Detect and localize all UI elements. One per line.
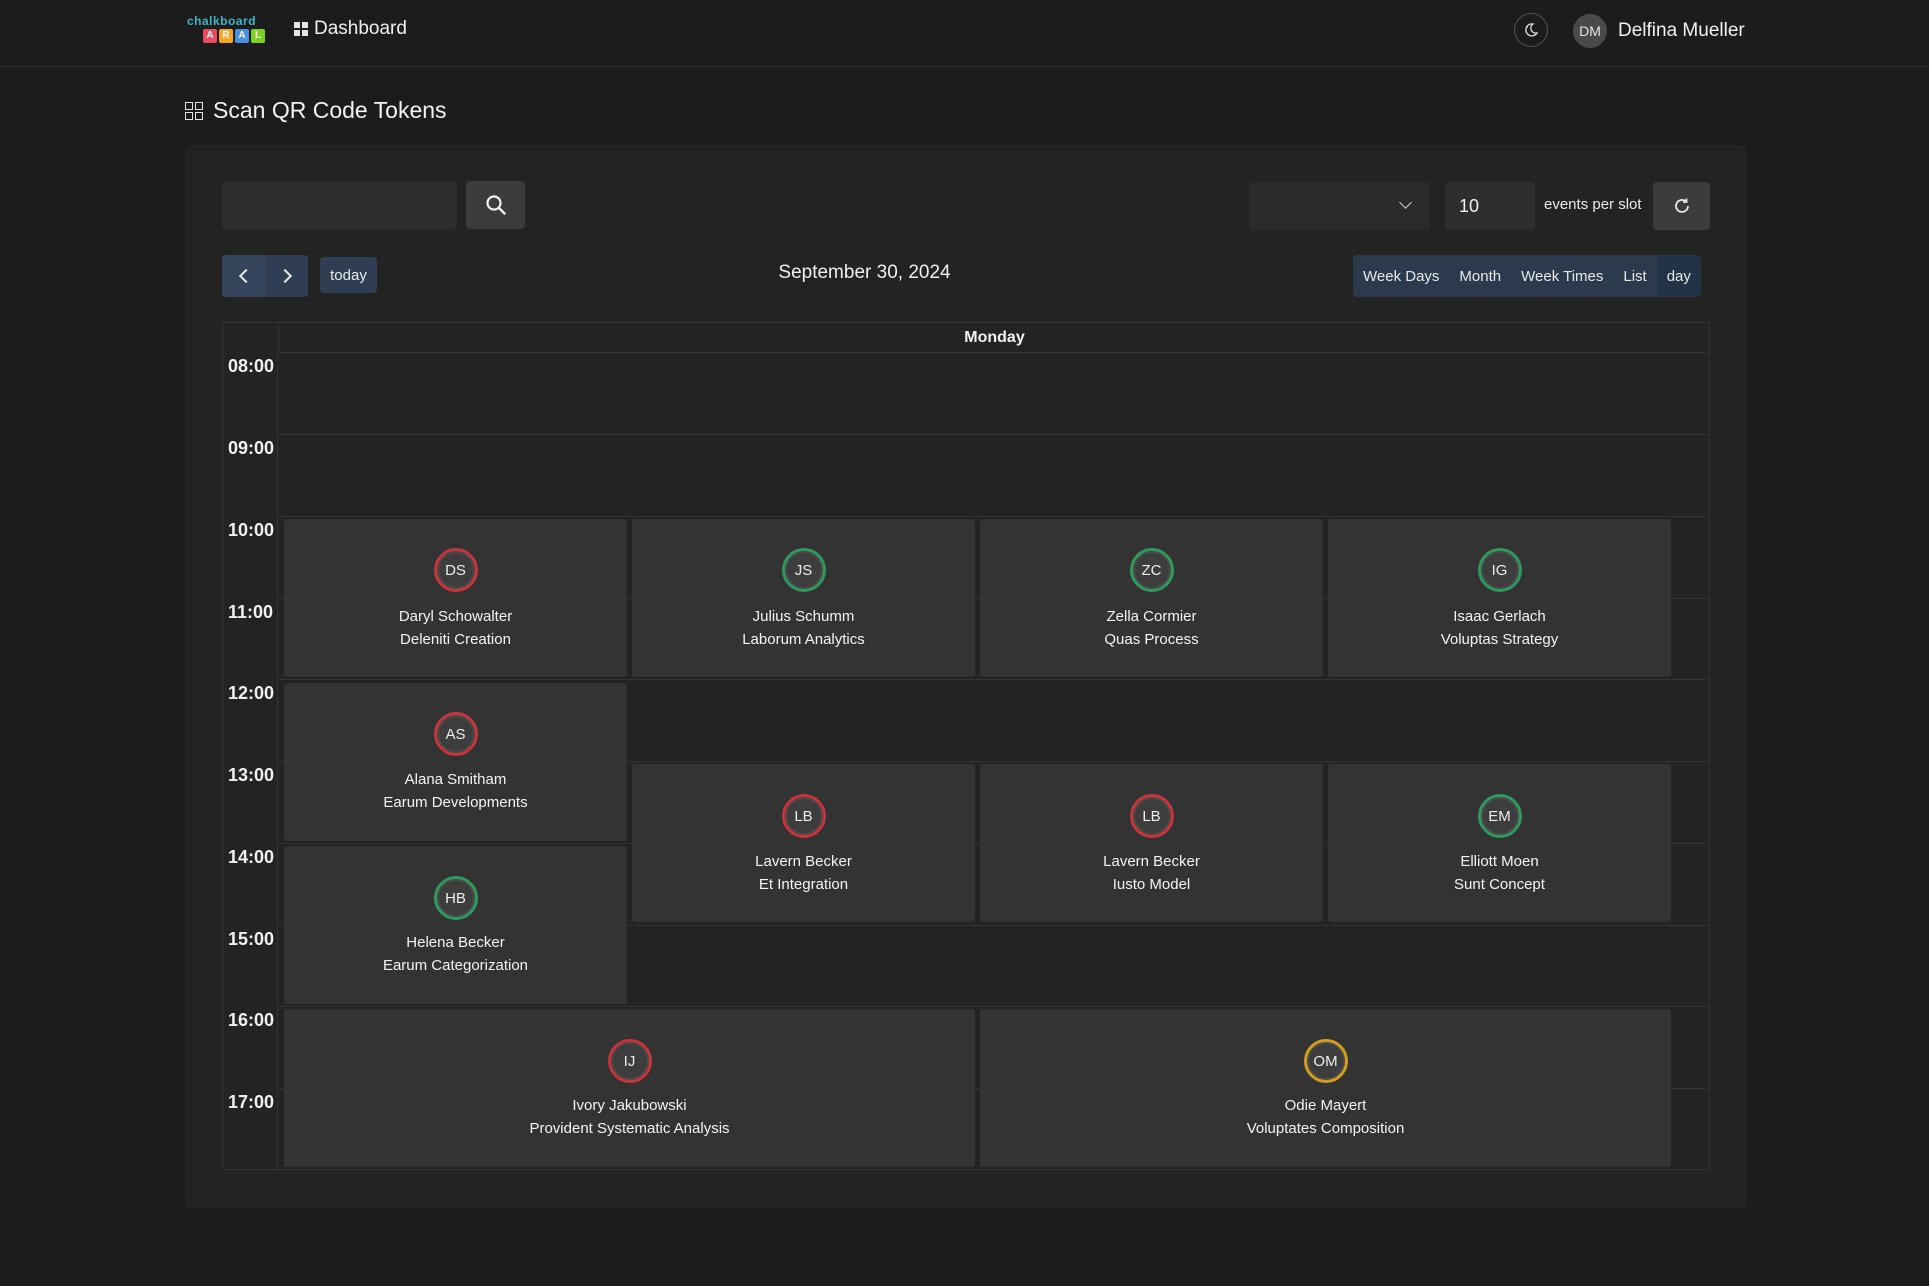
- calendar-event[interactable]: LB Lavern Becker Et Integration: [632, 764, 975, 922]
- event-avatar: LB: [781, 794, 826, 838]
- event-avatar: AS: [433, 712, 478, 756]
- time-label: 16:00: [228, 1010, 275, 1030]
- event-person-name: Alana Smitham: [404, 771, 507, 788]
- event-person-name: Julius Schumm: [752, 608, 855, 625]
- hour-gridline: [278, 1006, 1710, 1007]
- logo-text: chalkboard: [187, 14, 257, 28]
- user-name[interactable]: Delfina Mueller: [1618, 20, 1745, 42]
- logo-letter: L: [251, 29, 265, 43]
- view-switcher: Week Days Month Week Times List day: [1353, 255, 1701, 297]
- chevron-down-icon: [1399, 196, 1412, 209]
- calendar-event[interactable]: DS Daryl Schowalter Deleniti Creation: [284, 519, 627, 677]
- view-list-button[interactable]: List: [1613, 255, 1656, 297]
- time-label: 13:00: [228, 765, 275, 785]
- event-avatar: IG: [1477, 548, 1522, 592]
- calendar-event[interactable]: LB Lavern Becker Iusto Model: [980, 764, 1323, 922]
- event-company: Et Integration: [758, 876, 849, 893]
- event-avatar: OM: [1303, 1039, 1348, 1083]
- time-label: 09:00: [228, 438, 275, 458]
- event-avatar: ZC: [1129, 548, 1174, 592]
- calendar-event[interactable]: IG Isaac Gerlach Voluptas Strategy: [1328, 519, 1671, 677]
- nav-dashboard-link[interactable]: Dashboard: [294, 18, 407, 40]
- event-company: Voluptas Strategy: [1440, 631, 1559, 648]
- refresh-icon: [1674, 198, 1689, 213]
- event-avatar: EM: [1477, 794, 1522, 838]
- page-title-text: Scan QR Code Tokens: [213, 97, 447, 123]
- time-label: 08:00: [228, 356, 275, 376]
- nav-dashboard-label: Dashboard: [314, 18, 407, 39]
- qr-code-icon: [185, 101, 203, 120]
- view-day-button[interactable]: day: [1656, 255, 1701, 297]
- search-input[interactable]: [222, 181, 457, 229]
- event-company: Deleniti Creation: [400, 631, 511, 648]
- event-avatar: IJ: [607, 1039, 652, 1083]
- logo-letter: A: [203, 29, 217, 43]
- event-person-name: Odie Mayert: [1284, 1097, 1367, 1114]
- logo-letters: A R A L: [203, 29, 265, 43]
- app-logo[interactable]: chalkboard A R A L: [187, 14, 275, 48]
- event-avatar: HB: [433, 876, 478, 920]
- hour-gridline: [278, 516, 1710, 517]
- calendar-event[interactable]: EM Elliott Moen Sunt Concept: [1328, 764, 1671, 922]
- time-label: 10:00: [228, 520, 275, 540]
- search-icon: [485, 195, 506, 215]
- event-company: Sunt Concept: [1454, 876, 1545, 893]
- day-column-header: Monday: [278, 322, 1710, 353]
- calendar-event[interactable]: HB Helena Becker Earum Categorization: [284, 846, 627, 1004]
- time-label: 15:00: [228, 929, 275, 949]
- view-month-button[interactable]: Month: [1449, 255, 1511, 297]
- event-person-name: Zella Cormier: [1106, 608, 1197, 625]
- calendar-event[interactable]: IJ Ivory Jakubowski Provident Systematic…: [284, 1009, 975, 1167]
- event-company: Provident Systematic Analysis: [529, 1120, 730, 1137]
- event-avatar: LB: [1129, 794, 1174, 838]
- view-week-times-button[interactable]: Week Times: [1511, 255, 1613, 297]
- event-person-name: Ivory Jakubowski: [572, 1097, 687, 1114]
- event-person-name: Helena Becker: [406, 934, 505, 951]
- hour-gridline: [278, 679, 1710, 680]
- calendar-date-text: September 30, 2024: [778, 262, 951, 283]
- event-person-name: Lavern Becker: [755, 853, 852, 870]
- calendar-event[interactable]: ZC Zella Cormier Quas Process: [980, 519, 1323, 677]
- event-avatar: JS: [781, 548, 826, 592]
- event-company: Quas Process: [1104, 631, 1199, 648]
- time-label: 17:00: [228, 1092, 275, 1112]
- events-per-slot-label: events per slot: [1544, 196, 1642, 213]
- filter-select[interactable]: [1249, 182, 1430, 230]
- event-company: Voluptates Composition: [1246, 1120, 1405, 1137]
- event-person-name: Daryl Schowalter: [398, 608, 513, 625]
- event-company: Earum Categorization: [382, 957, 529, 974]
- logo-letter: R: [219, 29, 233, 43]
- hour-gridline: [278, 434, 1710, 435]
- calendar-event[interactable]: OM Odie Mayert Voluptates Composition: [980, 1009, 1671, 1167]
- event-person-name: Lavern Becker: [1103, 853, 1200, 870]
- event-person-name: Isaac Gerlach: [1453, 608, 1546, 625]
- event-company: Iusto Model: [1112, 876, 1191, 893]
- dashboard-grid-icon: [294, 22, 308, 36]
- top-navbar: chalkboard A R A L Dashboard DM Delfina …: [0, 0, 1929, 67]
- user-avatar[interactable]: DM: [1573, 14, 1607, 48]
- refresh-button[interactable]: [1653, 182, 1710, 230]
- event-avatar: DS: [433, 548, 478, 592]
- calendar-event[interactable]: JS Julius Schumm Laborum Analytics: [632, 519, 975, 677]
- time-label: 14:00: [228, 847, 275, 867]
- event-company: Earum Developments: [383, 794, 528, 811]
- page-title: Scan QR Code Tokens: [185, 97, 447, 124]
- event-person-name: Elliott Moen: [1460, 853, 1539, 870]
- theme-toggle-button[interactable]: [1514, 13, 1548, 47]
- time-label: 12:00: [228, 683, 275, 703]
- logo-letter: A: [235, 29, 249, 43]
- time-label: 11:00: [228, 602, 274, 622]
- calendar-event[interactable]: AS Alana Smitham Earum Developments: [284, 683, 627, 841]
- event-company: Laborum Analytics: [742, 631, 865, 648]
- events-per-slot-input[interactable]: 10: [1445, 182, 1535, 230]
- time-axis: [222, 353, 278, 1170]
- search-button[interactable]: [466, 181, 525, 229]
- view-week-days-button[interactable]: Week Days: [1353, 255, 1449, 297]
- moon-stars-icon: [1525, 23, 1539, 37]
